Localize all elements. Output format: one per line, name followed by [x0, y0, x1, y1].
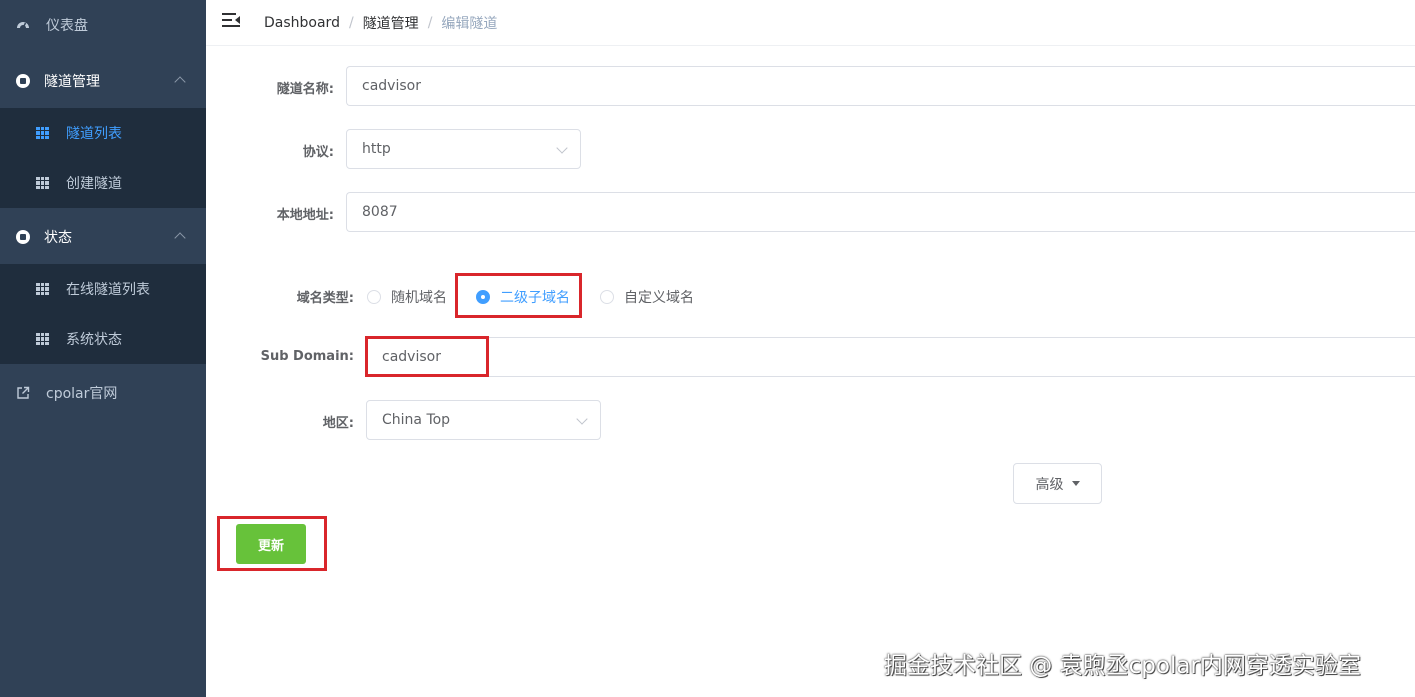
- menu-toggle-icon[interactable]: [222, 13, 240, 27]
- breadcrumb-current: 编辑隧道: [441, 16, 498, 32]
- highlight-box-subdomain-radio: [455, 273, 582, 318]
- menu-label-website: cpolar官网: [46, 386, 118, 402]
- subdomain-label: Sub Domain:: [260, 349, 354, 364]
- breadcrumb-separator: /: [427, 15, 433, 31]
- menu-item-dashboard[interactable]: 仪表盘: [0, 0, 206, 50]
- advanced-button[interactable]: 高级: [1013, 463, 1102, 504]
- top-navbar: Dashboard / 隧道管理 / 编辑隧道: [206, 0, 1415, 46]
- dashboard-icon: [17, 22, 29, 29]
- advanced-button-label: 高级: [1035, 476, 1064, 493]
- region-label: 地区:: [322, 416, 354, 431]
- menu-label-status: 状态: [44, 230, 72, 246]
- submenu-status: 在线隧道列表 系统状态: [0, 264, 206, 364]
- external-link-icon: [17, 386, 30, 399]
- region-value: China Top: [382, 412, 451, 428]
- chevron-up-icon: [174, 232, 186, 244]
- protocol-value: http: [362, 141, 391, 157]
- menu-item-cpolar-website[interactable]: cpolar官网: [0, 368, 206, 418]
- caret-down-icon: [1071, 481, 1080, 486]
- breadcrumb-tunnel-management[interactable]: 隧道管理: [363, 13, 419, 33]
- sidebar-item-label: 隧道列表: [66, 126, 122, 142]
- sidebar-item-label: 在线隧道列表: [66, 282, 150, 298]
- tunnel-name-label: 隧道名称:: [276, 82, 334, 97]
- protocol-select[interactable]: http: [346, 129, 581, 169]
- table-icon: [36, 127, 49, 139]
- sidebar-item-create-tunnel[interactable]: 创建隧道: [0, 158, 206, 208]
- radio-label: 自定义域名: [624, 290, 694, 306]
- subdomain-input[interactable]: cadvisor: [366, 337, 1415, 377]
- sidebar-item-label: 创建隧道: [66, 176, 122, 192]
- circle-icon: [16, 230, 30, 244]
- menu-item-tunnel-management[interactable]: 隧道管理: [0, 56, 206, 106]
- domain-type-label: 域名类型:: [296, 291, 354, 306]
- tunnel-name-input[interactable]: cadvisor: [346, 66, 1415, 106]
- sidebar: 仪表盘 隧道管理 隧道列表 创建隧道 状态 在线隧道列表 系统状态 cpolar…: [0, 0, 206, 697]
- tunnel-name-value: cadvisor: [362, 78, 421, 94]
- menu-label-dashboard: 仪表盘: [46, 18, 88, 34]
- menu-item-status[interactable]: 状态: [0, 212, 206, 262]
- radio-circle: [600, 290, 614, 304]
- table-icon: [36, 283, 49, 295]
- radio-random-domain[interactable]: 随机域名: [367, 287, 447, 307]
- menu-label-tunnel-management: 隧道管理: [44, 74, 100, 90]
- sidebar-item-label: 系统状态: [66, 332, 122, 348]
- table-icon: [36, 177, 49, 189]
- chevron-down-icon: [556, 142, 568, 154]
- local-address-label: 本地地址:: [276, 208, 334, 223]
- highlight-box-update-button: [217, 516, 327, 571]
- radio-label: 随机域名: [391, 290, 447, 306]
- radio-custom-domain[interactable]: 自定义域名: [600, 287, 694, 307]
- circle-icon: [16, 74, 30, 88]
- breadcrumb: Dashboard / 隧道管理 / 编辑隧道: [264, 13, 497, 33]
- local-address-input[interactable]: 8087: [346, 192, 1415, 232]
- watermark-text: 掘金技术社区 @ 袁煦丞cpolar内网穿透实验室: [884, 653, 1361, 679]
- protocol-label: 协议:: [302, 145, 334, 160]
- radio-circle: [367, 290, 381, 304]
- chevron-down-icon: [576, 413, 588, 425]
- sidebar-item-online-tunnels[interactable]: 在线隧道列表: [0, 264, 206, 314]
- region-select[interactable]: China Top: [366, 400, 601, 440]
- breadcrumb-separator: /: [348, 15, 354, 31]
- local-address-value: 8087: [362, 204, 398, 220]
- submenu-tunnel: 隧道列表 创建隧道: [0, 108, 206, 208]
- table-icon: [36, 333, 49, 345]
- breadcrumb-dashboard[interactable]: Dashboard: [264, 15, 340, 31]
- sidebar-item-tunnel-list[interactable]: 隧道列表: [0, 108, 206, 158]
- highlight-box-subdomain-input: [365, 336, 489, 377]
- sidebar-item-system-status[interactable]: 系统状态: [0, 314, 206, 364]
- chevron-up-icon: [174, 76, 186, 88]
